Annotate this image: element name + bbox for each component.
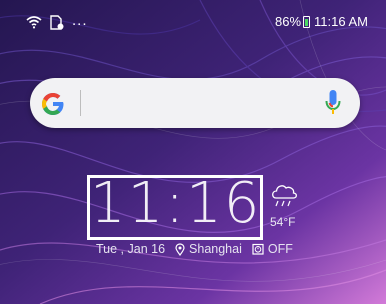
google-logo-icon[interactable]: G: [40, 91, 66, 117]
date-location-row: Tue , Jan 16 Shanghai OFF: [96, 240, 293, 258]
status-bar: ... 86% 11:16 AM: [0, 0, 386, 34]
status-icons-left: ...: [26, 12, 88, 32]
wifi-icon: [26, 15, 42, 29]
status-icons-right: 86% 11:16 AM: [275, 14, 368, 29]
wallpaper: [0, 0, 386, 304]
battery-percent: 86%: [275, 14, 302, 29]
google-logo-text: G: [40, 91, 41, 92]
alarm-status[interactable]: OFF: [268, 242, 293, 256]
location-text[interactable]: Shanghai: [189, 242, 242, 256]
mic-icon[interactable]: [324, 89, 342, 117]
location-pin-icon: [175, 242, 185, 256]
search-divider: [80, 90, 81, 116]
temperature: 54°F: [270, 215, 296, 229]
battery-icon: [303, 15, 311, 28]
more-notifications-icon: ...: [72, 11, 88, 29]
status-time: 11:16 AM: [314, 14, 368, 29]
clock-time[interactable]: 11:16: [90, 168, 260, 240]
date-text[interactable]: Tue , Jan 16: [96, 242, 165, 256]
alarm-icon: [252, 243, 264, 255]
cloud-rain-icon[interactable]: [268, 180, 300, 210]
notification-icon: [50, 14, 64, 30]
